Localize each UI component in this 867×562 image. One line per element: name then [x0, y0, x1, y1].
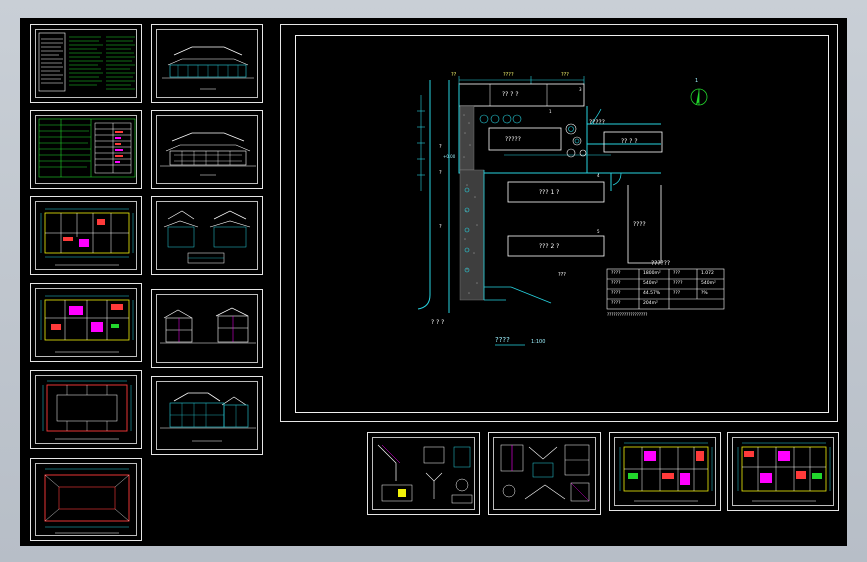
thumb-elevation-sides[interactable]	[151, 196, 263, 275]
label-mid-block: ??? 1 ?	[539, 189, 560, 196]
elevation-rear-drawing	[160, 132, 256, 176]
thumb-section-sheet[interactable]	[151, 289, 263, 368]
label-east: ?????	[589, 119, 605, 126]
thumb-floor-plan-3[interactable]	[30, 370, 142, 449]
table-cell: ????	[611, 291, 621, 296]
thumb-floor-plan-2[interactable]	[30, 283, 142, 362]
cad-model-space[interactable]: ?? ???? ??? ?? ? ? ????? ?? ? ? ??? 1 ? …	[20, 18, 847, 546]
detail-2-drawing	[500, 444, 590, 502]
elevation-long-drawing	[160, 392, 256, 442]
site-plan-drawing	[417, 76, 725, 346]
thumb-design-notes[interactable]	[30, 24, 142, 103]
floor-plan-color-2-drawing	[737, 442, 831, 502]
elevation-sides-drawing	[163, 210, 251, 264]
num-label-3: 3	[579, 87, 582, 92]
table-cell: 540m²	[701, 281, 716, 286]
thumb-material-table[interactable]	[30, 110, 142, 189]
label-side-b: ?	[439, 170, 442, 176]
table-cell: ????	[611, 271, 621, 276]
material-table-drawing	[38, 118, 136, 178]
label-side-c: ?	[439, 224, 442, 230]
thumb-elevation-long[interactable]	[151, 376, 263, 455]
num-label-5: 5	[597, 229, 600, 234]
table-cell: ?%	[701, 291, 708, 296]
elevation-front-drawing	[162, 46, 254, 90]
thumb-roof-plan[interactable]	[30, 458, 142, 541]
table-cell: ????	[611, 301, 621, 306]
label-top-block: ?? ? ?	[502, 91, 519, 98]
table-cell: 540m²	[643, 281, 658, 286]
num-label-4: 4	[597, 173, 600, 178]
label-side-a: ?	[439, 144, 442, 150]
detail-1-drawing	[377, 444, 473, 504]
thumb-elevation-rear[interactable]	[151, 110, 263, 189]
floor-plan-3-drawing	[42, 380, 132, 440]
label-right-block: ????	[633, 221, 646, 228]
level-mark: +0.00	[443, 154, 456, 159]
floor-plan-1-drawing	[40, 208, 134, 266]
label-right-top-block: ?? ? ?	[621, 138, 638, 145]
table-note: ???????????????????	[607, 312, 648, 317]
table-cell: 44.57%	[643, 291, 661, 296]
site-plan-title: ????	[495, 336, 510, 344]
label-lower-block: ??? 2 ?	[539, 243, 560, 250]
north-number: 1	[695, 78, 699, 84]
dim-top-right: ???	[561, 72, 569, 78]
thumb-detail-sheet-1[interactable]	[367, 432, 480, 515]
table-cell: ???	[673, 271, 681, 276]
site-plan-sheet[interactable]: ?? ???? ??? ?? ? ? ????? ?? ? ? ??? 1 ? …	[280, 24, 838, 422]
floor-plan-color-1-drawing	[619, 442, 713, 502]
table-cell: 1.072	[701, 271, 714, 276]
dim-top-mid: ????	[503, 72, 514, 78]
floor-plan-2-drawing	[40, 295, 134, 353]
design-notes-drawing	[38, 32, 135, 92]
label-road: ? ? ?	[431, 319, 445, 326]
label-courtyard-block: ?????	[505, 136, 521, 143]
num-label-1: 1	[549, 109, 552, 114]
thumb-elevation-front[interactable]	[151, 24, 263, 103]
section-drawing	[160, 307, 256, 344]
thumb-floor-plan-1[interactable]	[30, 196, 142, 275]
dim-top-left: ??	[451, 72, 457, 78]
table-cell: ????	[673, 281, 683, 286]
table-cell: ???	[673, 291, 681, 296]
thumb-floor-plan-color-2[interactable]	[727, 432, 839, 511]
thumb-floor-plan-color-1[interactable]	[609, 432, 721, 511]
table-cell: 1800m²	[643, 271, 661, 276]
roof-plan-drawing	[44, 468, 130, 534]
label-small: ???	[558, 272, 566, 278]
table-title: ??????	[651, 260, 671, 267]
thumb-detail-sheet-2[interactable]	[488, 432, 601, 515]
site-plan-scale: 1:100	[531, 339, 546, 345]
table-cell: ????	[611, 281, 621, 286]
table-cell: 204m²	[643, 301, 658, 306]
